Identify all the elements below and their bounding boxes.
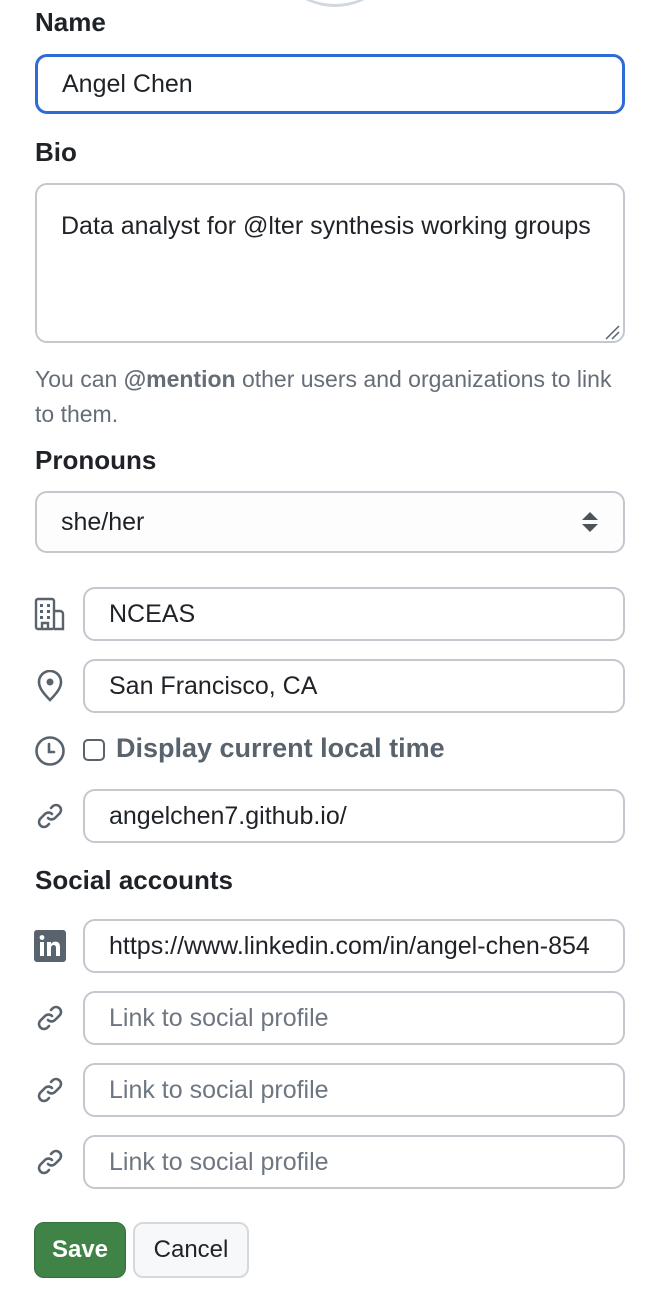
link-icon bbox=[33, 1001, 67, 1035]
resize-handle-icon[interactable] bbox=[604, 324, 620, 340]
link-icon bbox=[33, 1145, 67, 1179]
pronouns-select[interactable]: she/her bbox=[35, 491, 625, 553]
social-account-input-1[interactable] bbox=[83, 919, 625, 973]
local-time-checkbox[interactable] bbox=[83, 739, 105, 761]
name-label: Name bbox=[35, 7, 106, 37]
bio-textarea[interactable]: Data analyst for @lter synthesis working… bbox=[35, 183, 625, 343]
note-mention: @mention bbox=[123, 366, 236, 392]
clock-icon bbox=[33, 734, 67, 768]
social-accounts-label: Social accounts bbox=[35, 865, 233, 895]
location-pin-icon bbox=[33, 669, 67, 703]
select-arrows-icon bbox=[582, 512, 598, 532]
note-prefix: You can bbox=[35, 366, 124, 392]
website-input[interactable] bbox=[83, 789, 625, 843]
bio-label: Bio bbox=[35, 137, 77, 167]
avatar-edge bbox=[270, 0, 400, 7]
pronouns-selected-value: she/her bbox=[61, 507, 145, 536]
social-account-input-3[interactable] bbox=[83, 1063, 625, 1117]
save-button[interactable]: Save bbox=[34, 1222, 126, 1278]
company-input[interactable] bbox=[83, 587, 625, 641]
bio-help-text: You can @mention other users and organiz… bbox=[35, 362, 635, 432]
linkedin-icon bbox=[33, 929, 67, 963]
cancel-button[interactable]: Cancel bbox=[133, 1222, 249, 1278]
location-input[interactable] bbox=[83, 659, 625, 713]
organization-icon bbox=[33, 597, 67, 631]
link-icon bbox=[33, 1073, 67, 1107]
pronouns-label: Pronouns bbox=[35, 445, 157, 475]
local-time-label[interactable]: Display current local time bbox=[116, 733, 445, 764]
social-account-input-4[interactable] bbox=[83, 1135, 625, 1189]
name-input[interactable] bbox=[35, 54, 625, 114]
link-icon bbox=[33, 799, 67, 833]
social-account-input-2[interactable] bbox=[83, 991, 625, 1045]
